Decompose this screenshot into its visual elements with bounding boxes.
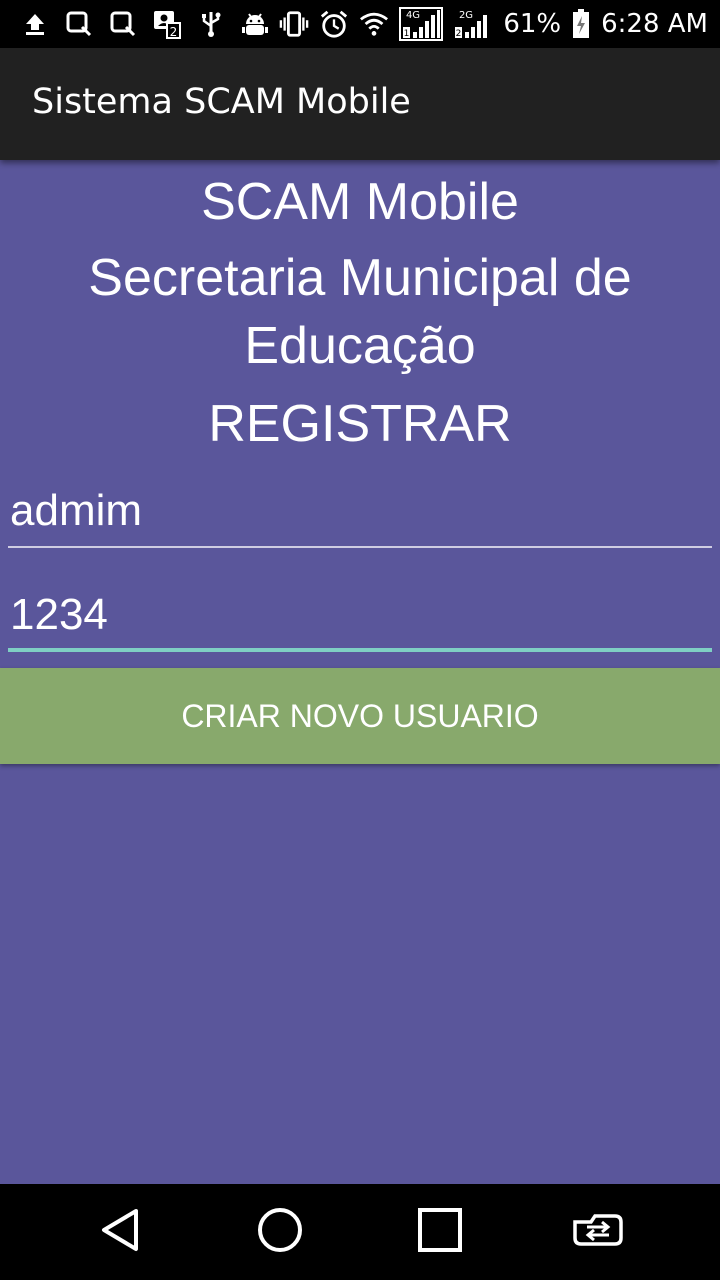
android-debug-icon bbox=[240, 9, 270, 39]
signal-4g-icon: 4G 1 bbox=[399, 7, 444, 41]
app-bar: Sistema SCAM Mobile bbox=[0, 48, 720, 160]
svg-text:4G: 4G bbox=[406, 10, 420, 21]
organization-name: Secretaria Municipal de Educação bbox=[88, 249, 632, 375]
home-icon bbox=[257, 1207, 303, 1257]
status-left-icons: 2 bbox=[20, 0, 270, 48]
status-bar: 2 4G 1 2G 2 61% 6:28 AM bbox=[0, 0, 720, 48]
signal-2g-icon: 2G 2 bbox=[453, 9, 493, 39]
battery-percent: 61% bbox=[503, 9, 562, 39]
svg-text:2: 2 bbox=[170, 25, 178, 39]
home-button[interactable] bbox=[220, 1184, 340, 1280]
password-value: 1234 bbox=[10, 590, 108, 639]
recents-icon bbox=[418, 1208, 462, 1256]
screen-title: SCAM Mobile bbox=[201, 173, 519, 231]
vibrate-icon bbox=[279, 9, 309, 39]
sim-contacts-icon: 2 bbox=[152, 9, 182, 39]
upload-icon bbox=[20, 9, 50, 39]
status-right-icons: 4G 1 2G 2 61% 6:28 AM bbox=[279, 0, 708, 48]
recents-button[interactable] bbox=[380, 1184, 500, 1280]
clock: 6:28 AM bbox=[601, 9, 708, 39]
username-underline bbox=[8, 546, 712, 548]
username-value: admim bbox=[10, 486, 143, 535]
battery-charging-icon bbox=[571, 9, 591, 39]
back-icon bbox=[98, 1207, 142, 1257]
password-underline bbox=[8, 648, 712, 652]
screenshot-icon bbox=[108, 9, 138, 39]
create-user-button[interactable]: CRIAR NOVO USUARIO bbox=[0, 668, 720, 764]
section-title: REGISTRAR bbox=[208, 395, 512, 453]
password-field[interactable]: 1234 bbox=[8, 582, 712, 652]
wifi-icon bbox=[359, 9, 389, 39]
svg-text:1: 1 bbox=[404, 29, 410, 39]
usb-icon bbox=[196, 9, 226, 39]
svg-text:2: 2 bbox=[456, 29, 462, 39]
back-button[interactable] bbox=[60, 1184, 180, 1280]
register-screen: SCAM Mobile Secretaria Municipal de Educ… bbox=[0, 160, 720, 1184]
alarm-icon bbox=[319, 9, 349, 39]
navigation-bar bbox=[0, 1184, 720, 1280]
username-field[interactable]: admim bbox=[8, 478, 712, 548]
screenshot-icon bbox=[64, 9, 94, 39]
app-title: Sistema SCAM Mobile bbox=[32, 82, 411, 122]
app-switch-button[interactable] bbox=[538, 1184, 658, 1280]
app-switch-icon bbox=[571, 1212, 625, 1252]
svg-text:2G: 2G bbox=[459, 10, 473, 21]
